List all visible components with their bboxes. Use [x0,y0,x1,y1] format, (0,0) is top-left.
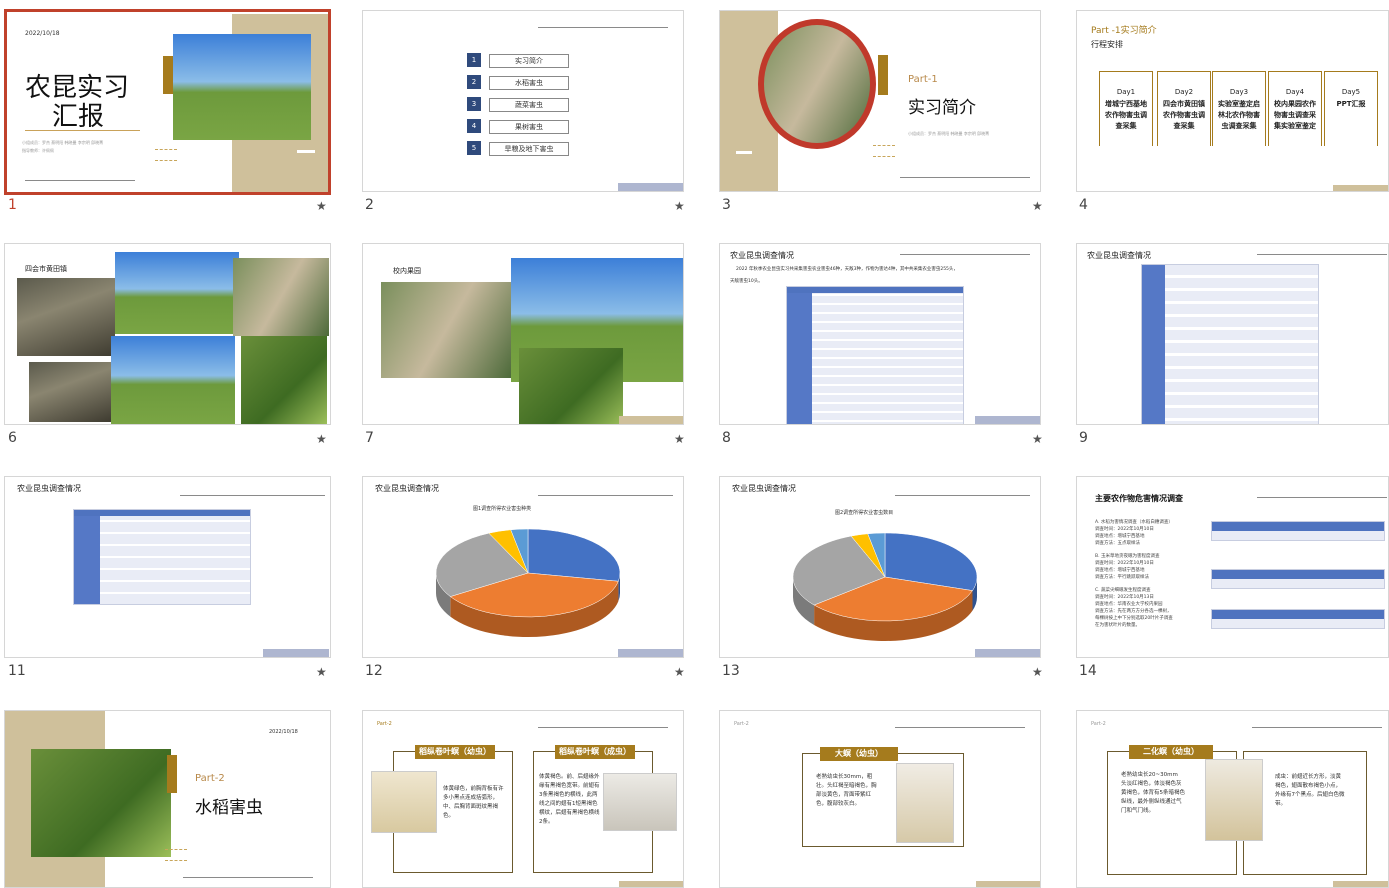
pie-chart [792,532,978,641]
insect-table [73,509,251,605]
slide-thumbnail-17[interactable]: Part-2 大螟（幼虫） 老熟幼虫长30mm，粗壮。头红褐至暗褐色，胸部淡黄色… [719,710,1041,888]
survey-table [1211,609,1385,629]
star-icon[interactable]: ★ [1032,199,1043,213]
slide-thumbnail-11[interactable]: 农业昆虫调查情况 [4,476,331,658]
slide-thumbnail-12[interactable]: 农业昆虫调查情况 图1调查所得农业害虫种类 [362,476,684,658]
star-icon[interactable]: ★ [316,432,327,446]
larva-photo [371,771,437,833]
survey-table [1211,521,1385,541]
slide-number: 1 [8,197,17,213]
chart-title: 图1调查所得农业害虫种类 [473,506,532,512]
slide-number: 14 [1079,663,1097,679]
slide-number: 4 [1079,197,1088,213]
star-icon[interactable]: ★ [316,199,327,213]
insect-tag: 二化螟（幼虫） [1129,745,1213,759]
slide-thumbnail-2[interactable]: 1 实习简介 2 水稻害虫 3 蔬菜害虫 4 果树害虫 5 旱粮及地下害虫 [362,10,684,192]
slide-number: 3 [722,197,731,213]
slide-number: 13 [722,663,740,679]
slide-thumbnail-3[interactable]: Part-1 实习简介 小组成员：罗杰 蔡明阳 韩晓曼 李宗明 邱晓菁 [719,10,1041,192]
slide-title-2: 汇报 [52,102,105,132]
slide-number: 12 [365,663,383,679]
slide-thumbnail-18[interactable]: Part-2 二化螟（幼虫） 老熟幼虫长20~30mm 头淡红褐色，体淡褐色灰黄… [1076,710,1389,888]
group-photo [233,258,329,336]
slide-date: 2022/10/18 [25,30,60,37]
star-icon[interactable]: ★ [1032,665,1043,679]
slide-number: 11 [8,663,26,679]
star-icon[interactable]: ★ [674,665,685,679]
survey-table [1211,569,1385,589]
slide-number: 9 [1079,430,1088,446]
larva-photo [1205,759,1263,841]
larva-photo [896,763,954,843]
slide-thumbnail-16[interactable]: Part-2 稻纵卷叶螟（幼虫） 稻纵卷叶螟（成虫） 体黄绿色，前胸背板有许多小… [362,710,684,888]
chart-title: 图2调查所得农业害虫数目 [835,510,894,516]
slide-thumbnail-13[interactable]: 农业昆虫调查情况 图2调查所得农业害虫数目 [719,476,1041,658]
landscape-photo [173,34,311,140]
site-photo [17,278,115,356]
rice-photo [31,749,171,857]
slide-thumbnail-4[interactable]: Part -1实习简介 行程安排 Day1 增城宁西基地农作物害虫调查采集 Da… [1076,10,1389,192]
slide-teacher: 指导教师：许佩佩 [22,148,54,153]
slide-thumbnail-14[interactable]: 主要农作物危害情况调查 A. 水稻为害情况调查（水稻白穗调查） 调查时间：202… [1076,476,1389,658]
mountain-photo [111,336,235,424]
slide-number: 6 [8,430,17,446]
slide-thumbnail-6[interactable]: 四会市黄田镇 [4,243,331,425]
slide-number: 8 [722,430,731,446]
slide-number: 2 [365,197,374,213]
slide-title: 实习简介 [908,98,976,118]
slide-thumbnail-8[interactable]: 农业昆虫调查情况 2022 年秋季农业昆虫实习共采集害虫农业害虫46种，天敌3种… [719,243,1041,425]
slide-title: 水稻害虫 [195,798,263,818]
insect-tag: 稻纵卷叶螟（成虫） [555,745,635,759]
pie-chart [435,528,621,637]
toc-item: 旱粮及地下害虫 [489,142,569,156]
slide-thumbnail-1[interactable]: 2022/10/18 农昆实习 汇报 小组成员：罗杰 蔡明阳 韩晓曼 李宗明 邱… [4,9,331,195]
orchard-group-photo [381,282,511,378]
slide-thumbnail-9[interactable]: 农业昆虫调查情况 [1076,243,1389,425]
pie-slice [527,528,621,582]
slide-members: 小组成员：罗杰 蔡明阳 韩晓曼 李宗明 邱晓菁 [22,140,104,145]
moth-photo [603,773,677,831]
field-photo [115,252,239,334]
sample-photo [29,362,111,422]
slide-thumbnail-7[interactable]: 校内果园 [362,243,684,425]
slide-thumbnail-15[interactable]: 2022/10/18 Part-2 水稻害虫 [4,710,331,888]
toc-item: 水稻害虫 [489,76,569,90]
insect-tag: 大螟（幼虫） [820,747,898,761]
star-icon[interactable]: ★ [674,199,685,213]
insect-table [786,286,964,424]
insect-tag: 稻纵卷叶螟（幼虫） [415,745,495,759]
star-icon[interactable]: ★ [674,432,685,446]
wave-decor [155,149,177,161]
orchard-photo [241,336,327,424]
toc-item: 实习简介 [489,54,569,68]
star-icon[interactable]: ★ [316,665,327,679]
slide-number: 7 [365,430,374,446]
insect-table [1141,264,1319,424]
toc-item: 果树害虫 [489,120,569,134]
leaves-photo [519,348,623,424]
star-icon[interactable]: ★ [1032,432,1043,446]
mirror-photo [764,25,870,143]
toc-item: 蔬菜害虫 [489,98,569,112]
